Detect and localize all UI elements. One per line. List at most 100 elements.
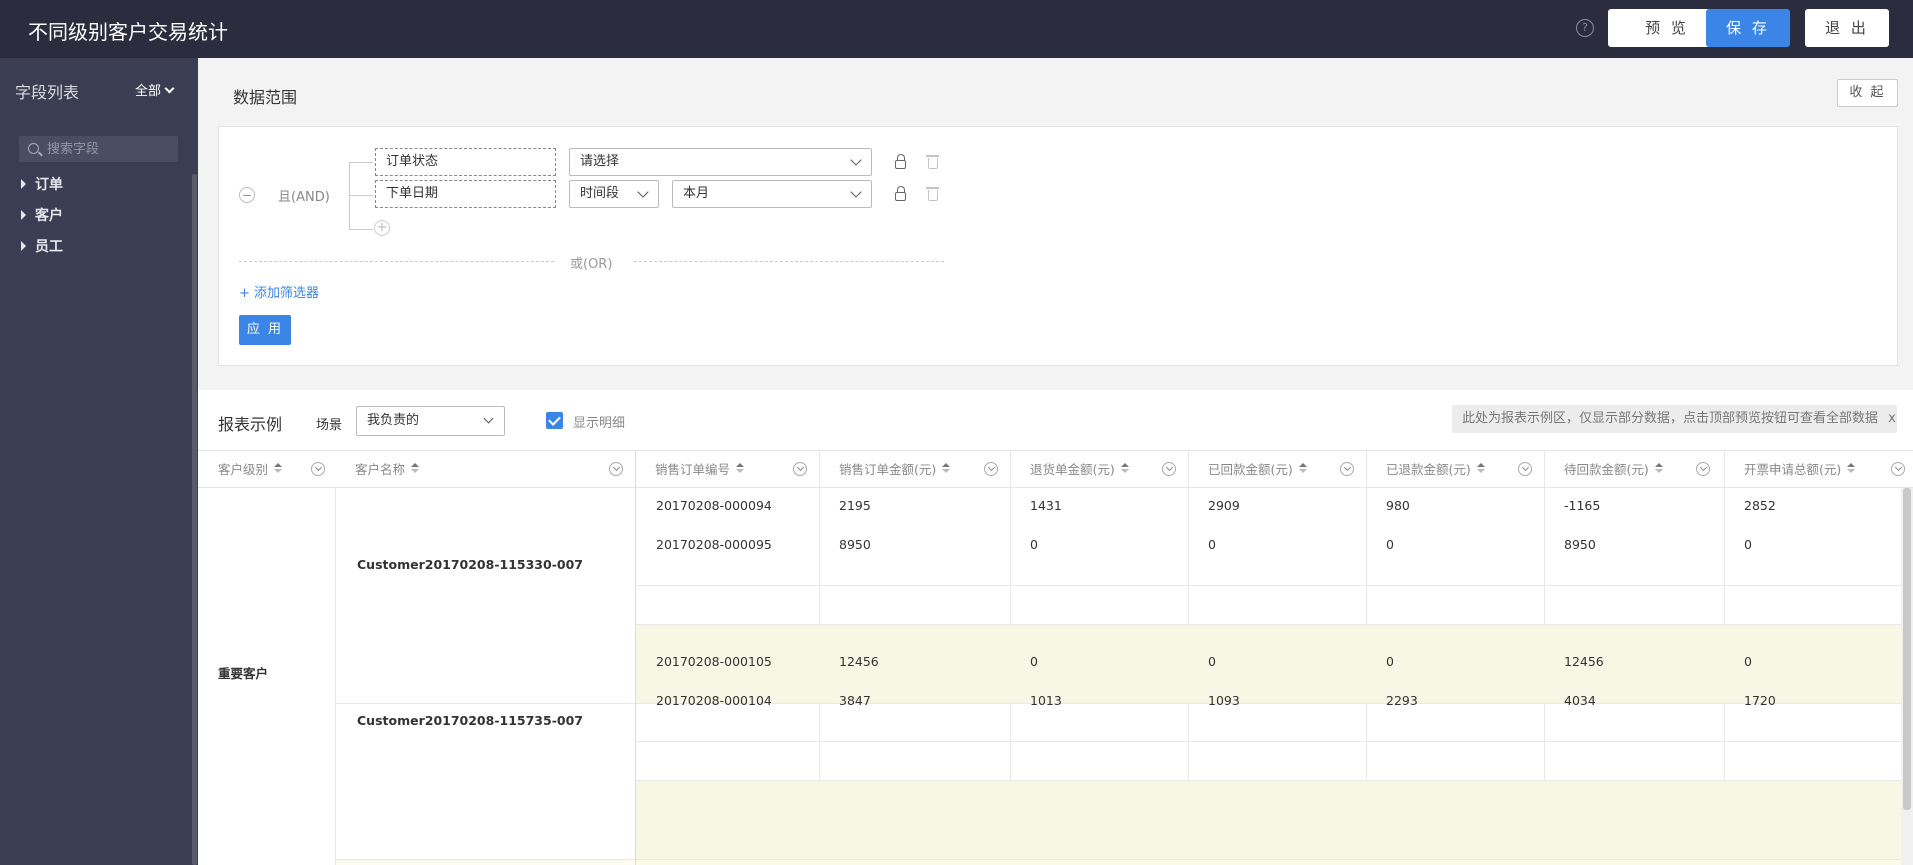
condition-operator-select[interactable]: 请选择 (569, 148, 872, 176)
column-menu-icon[interactable] (1340, 462, 1354, 476)
add-condition-icon[interactable]: + (374, 220, 390, 236)
chevron-down-icon (164, 83, 175, 94)
condition-field[interactable]: 订单状态 (375, 148, 556, 176)
field-list-title: 字段列表 (15, 83, 80, 102)
scene-label: 场景 (316, 418, 343, 433)
amount-cell: 12456 (1564, 654, 1604, 669)
amount-cell: 0 (1030, 537, 1038, 552)
divider (634, 261, 944, 262)
column-header-label: 客户名称 (355, 462, 406, 477)
tree-item-label: 订单 (35, 177, 63, 193)
column-header[interactable]: 开票申请总额(元) (1724, 451, 1913, 488)
chevron-down-icon (850, 154, 862, 166)
collapse-button[interactable]: 收 起 (1837, 79, 1898, 107)
column-menu-icon[interactable] (1162, 462, 1176, 476)
column-header-label: 客户级别 (218, 462, 269, 477)
column-header-label: 销售订单编号 (655, 462, 731, 477)
trash-icon[interactable] (926, 187, 939, 201)
scrollbar-thumb[interactable] (1903, 488, 1911, 810)
row-divider (635, 780, 1901, 781)
order-no-cell: 20170208-000105 (656, 654, 772, 669)
amount-cell: -1165 (1564, 498, 1601, 513)
amount-cell: 1720 (1744, 693, 1776, 708)
search-icon (28, 143, 39, 154)
col-divider (1188, 450, 1189, 624)
tree-item-employee[interactable]: 员工 (21, 236, 63, 256)
trash-icon[interactable] (926, 155, 939, 169)
col-divider (1544, 703, 1545, 780)
column-header[interactable]: 销售订单金额(元) (819, 451, 1009, 488)
column-menu-icon[interactable] (984, 462, 998, 476)
order-no-cell: 20170208-000094 (656, 498, 772, 513)
amount-cell: 1431 (1030, 498, 1062, 513)
amount-cell: 2293 (1386, 693, 1418, 708)
lock-icon[interactable] (895, 186, 906, 201)
report-title: 报表示例 (218, 415, 283, 434)
column-header-label: 开票申请总额(元) (1744, 462, 1842, 477)
col-divider (1724, 703, 1725, 780)
col-divider (1366, 450, 1367, 624)
help-icon[interactable]: ? (1576, 19, 1594, 37)
field-filter-dropdown[interactable]: 全部 (135, 80, 175, 99)
lock-icon[interactable] (895, 154, 906, 169)
divider (239, 261, 554, 262)
col-divider (819, 450, 820, 624)
show-detail-checkbox[interactable] (546, 412, 563, 429)
tree-item-customer[interactable]: 客户 (21, 205, 63, 225)
condition-field[interactable]: 下单日期 (375, 180, 556, 208)
caret-right-icon (21, 210, 26, 220)
remove-group-icon[interactable] (239, 187, 255, 203)
col-divider (1724, 450, 1725, 624)
field-search-input[interactable] (47, 136, 175, 162)
column-header-label: 已回款金额(元) (1208, 462, 1293, 477)
column-header[interactable]: 客户名称 (335, 451, 633, 488)
caret-right-icon (21, 179, 26, 189)
column-menu-icon[interactable] (1696, 462, 1710, 476)
sidebar-scrollbar[interactable] (192, 174, 197, 865)
exit-button[interactable]: 退 出 (1805, 9, 1889, 47)
customer-name-cell: Customer20170208-115330-007 (357, 557, 583, 572)
amount-cell: 0 (1030, 654, 1038, 669)
bracket-line (349, 162, 350, 230)
select-value: 我负责的 (367, 413, 420, 428)
save-button[interactable]: 保 存 (1706, 9, 1790, 47)
amount-cell: 3847 (839, 693, 871, 708)
row-divider (335, 703, 1901, 704)
column-menu-icon[interactable] (793, 462, 807, 476)
table-scrollbar[interactable] (1901, 488, 1913, 865)
column-menu-icon[interactable] (1891, 462, 1905, 476)
condition-operator-select[interactable]: 时间段 (569, 180, 659, 208)
column-menu-icon[interactable] (1518, 462, 1532, 476)
top-header: 不同级别客户交易统计 ? 预 览 保 存 退 出 (0, 0, 1913, 58)
bracket-line (349, 162, 373, 163)
column-header[interactable]: 销售订单编号 (635, 451, 817, 488)
column-menu-icon[interactable] (311, 462, 325, 476)
field-filter-label: 全部 (135, 84, 162, 99)
caret-right-icon (21, 241, 26, 251)
column-menu-icon[interactable] (609, 462, 623, 476)
column-header-label: 退货单金额(元) (1030, 462, 1115, 477)
select-value: 时间段 (580, 186, 620, 201)
amount-cell: 2852 (1744, 498, 1776, 513)
col-divider (335, 488, 336, 865)
row-divider (635, 585, 1901, 586)
bracket-line (349, 195, 373, 196)
chevron-down-icon (483, 413, 494, 424)
close-icon[interactable]: x (1888, 411, 1896, 426)
col-divider (1366, 703, 1367, 780)
amount-cell: 1093 (1208, 693, 1240, 708)
add-filter-link[interactable]: + 添加筛选器 (239, 282, 319, 301)
column-header-label: 已退款金额(元) (1386, 462, 1471, 477)
field-search[interactable] (19, 136, 178, 162)
row-divider (335, 859, 1901, 860)
amount-cell: 0 (1208, 537, 1216, 552)
column-header-label: 待回款金额(元) (1564, 462, 1649, 477)
apply-button[interactable]: 应 用 (239, 315, 291, 345)
column-header-label: 销售订单金额(元) (839, 462, 937, 477)
condition-value-select[interactable]: 本月 (672, 180, 872, 208)
filter-box: 且(AND) 订单状态 请选择 下单日期 时间段 本月 + 或(OR) + 添加… (218, 126, 1898, 366)
col-divider (819, 703, 820, 780)
tree-item-order[interactable]: 订单 (21, 174, 63, 194)
col-divider (1010, 703, 1011, 780)
scene-select[interactable]: 我负责的 (356, 406, 505, 436)
